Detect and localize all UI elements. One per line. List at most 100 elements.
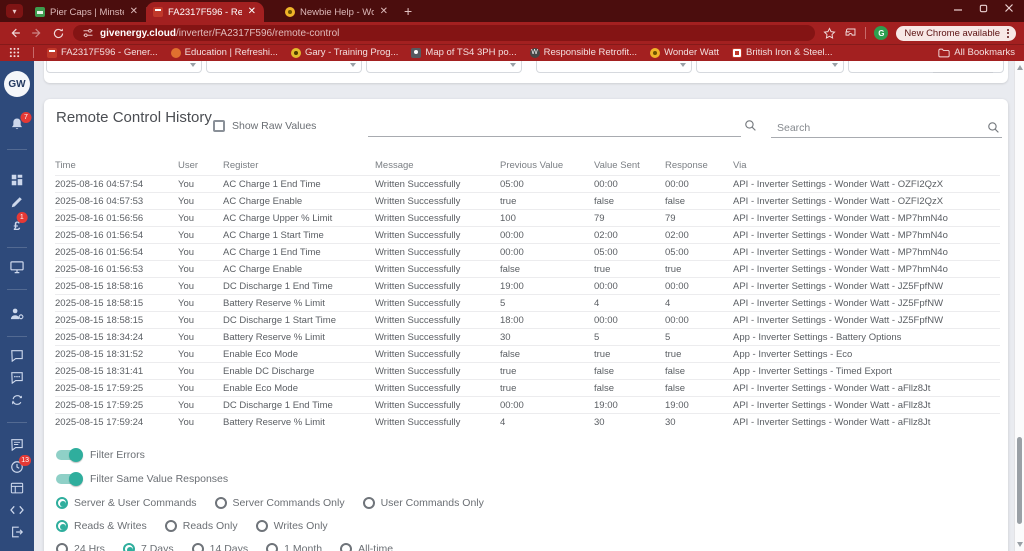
extensions-icon[interactable]: [844, 27, 857, 40]
show-raw-values-checkbox[interactable]: [213, 120, 225, 132]
radio-icon[interactable]: [56, 543, 68, 551]
radio-option[interactable]: User Commands Only: [363, 497, 484, 509]
table-row[interactable]: 2025-08-16 01:56:56YouAC Charge Upper % …: [55, 210, 1000, 227]
close-icon[interactable]: ✕: [247, 7, 257, 17]
radio-option[interactable]: 1 Month: [266, 543, 322, 551]
search-input[interactable]: Search: [771, 119, 1002, 138]
forward-icon[interactable]: [30, 26, 44, 40]
sidebar-item-sync[interactable]: [10, 393, 24, 407]
bookmark-star-icon[interactable]: [823, 27, 836, 40]
tab-remote-control[interactable]: FA2317F596 - Remote Control | ✕: [146, 2, 264, 22]
chrome-update-button[interactable]: New Chrome available: [896, 26, 1016, 41]
back-icon[interactable]: [8, 26, 22, 40]
radio-icon[interactable]: [192, 543, 204, 551]
bookmark-item[interactable]: Gary - Training Prog...: [291, 47, 398, 58]
sidebar-item-dashboard[interactable]: [10, 173, 24, 187]
filter-select[interactable]: [696, 61, 844, 73]
sidebar-item-devices[interactable]: [10, 260, 25, 274]
close-icon[interactable]: ✕: [379, 7, 389, 17]
table-row[interactable]: 2025-08-16 04:57:54YouAC Charge 1 End Ti…: [55, 176, 1000, 193]
menu-kebab-icon[interactable]: [1004, 28, 1012, 39]
close-icon[interactable]: ✕: [129, 7, 139, 17]
radio-option[interactable]: Writes Only: [256, 520, 328, 532]
bookmark-item[interactable]: Education | Refreshi...: [171, 47, 278, 58]
table-row[interactable]: 2025-08-16 01:56:54YouAC Charge 1 End Ti…: [55, 244, 1000, 261]
search-icon[interactable]: [987, 121, 1000, 134]
bookmark-item[interactable]: Map of TS4 3PH po...: [411, 47, 516, 58]
sidebar-item-chat[interactable]: [10, 349, 24, 362]
scroll-down-arrow-icon[interactable]: [1017, 542, 1023, 547]
radio-option[interactable]: Server & User Commands: [56, 497, 197, 509]
sidebar-item-notifications[interactable]: 7: [10, 117, 25, 132]
sidebar-item-feedback[interactable]: [10, 371, 24, 384]
sidebar-item-api[interactable]: [10, 504, 25, 516]
all-bookmarks-button[interactable]: All Bookmarks: [938, 47, 1015, 58]
sidebar-item-messages[interactable]: [10, 438, 24, 451]
radio-icon[interactable]: [56, 497, 68, 509]
url-bar[interactable]: givenergy.cloud/inverter/FA2317F596/remo…: [73, 25, 815, 41]
table-row[interactable]: 2025-08-15 18:58:16YouDC Discharge 1 End…: [55, 278, 1000, 295]
table-row[interactable]: 2025-08-16 01:56:53YouAC Charge EnableWr…: [55, 261, 1000, 278]
radio-option[interactable]: Reads Only: [165, 520, 238, 532]
filter-select[interactable]: [206, 61, 362, 73]
bookmark-item[interactable]: Wonder Watt: [650, 47, 719, 58]
table-row[interactable]: 2025-08-15 18:58:15YouDC Discharge 1 Sta…: [55, 312, 1000, 329]
bookmark-item[interactable]: FA2317F596 - Gener...: [47, 47, 158, 58]
filter-select[interactable]: [46, 61, 202, 73]
table-row[interactable]: 2025-08-15 18:34:24YouBattery Reserve % …: [55, 329, 1000, 346]
table-row[interactable]: 2025-08-15 18:31:52YouEnable Eco ModeWri…: [55, 346, 1000, 363]
table-row[interactable]: 2025-08-15 17:59:25YouEnable Eco ModeWri…: [55, 380, 1000, 397]
bookmark-item[interactable]: British Iron & Steel...: [732, 47, 833, 58]
profile-avatar[interactable]: G: [874, 26, 888, 40]
table-row[interactable]: 2025-08-15 17:59:25YouDC Discharge 1 End…: [55, 397, 1000, 414]
url-text[interactable]: givenergy.cloud/inverter/FA2317F596/remo…: [100, 28, 339, 39]
bookmark-item[interactable]: WResponsible Retrofit...: [530, 47, 637, 58]
table-row[interactable]: 2025-08-15 18:31:41YouEnable DC Discharg…: [55, 363, 1000, 380]
radio-option[interactable]: All-time: [340, 543, 393, 551]
radio-option[interactable]: Server Commands Only: [215, 497, 345, 509]
radio-option[interactable]: 24 Hrs: [56, 543, 105, 551]
sidebar-item-account-settings[interactable]: [10, 307, 25, 321]
table-row[interactable]: 2025-08-16 04:57:53YouAC Charge EnableWr…: [55, 193, 1000, 210]
filter-errors-toggle[interactable]: [56, 450, 82, 460]
radio-option[interactable]: 14 Days: [192, 543, 249, 551]
sidebar-item-edit[interactable]: [10, 195, 24, 209]
filter-select[interactable]: [536, 61, 692, 73]
sidebar-item-logout[interactable]: [10, 525, 24, 539]
radio-icon[interactable]: [56, 520, 68, 532]
page-scrollbar[interactable]: [1014, 61, 1024, 551]
radio-icon[interactable]: [363, 497, 375, 509]
scrollbar-thumb[interactable]: [1017, 437, 1022, 524]
site-settings-icon[interactable]: [82, 27, 94, 39]
radio-option[interactable]: 7 Days: [123, 543, 174, 551]
close-window-icon[interactable]: [1004, 3, 1014, 13]
radio-icon[interactable]: [266, 543, 278, 551]
tab-search-button[interactable]: ▾: [6, 4, 23, 18]
radio-option[interactable]: Reads & Writes: [56, 520, 147, 532]
table-row[interactable]: 2025-08-15 17:59:24YouBattery Reserve % …: [55, 414, 1000, 431]
filter-same-value-toggle[interactable]: [56, 474, 82, 484]
sidebar-item-registers[interactable]: [10, 482, 24, 495]
apps-grid-icon[interactable]: [9, 47, 20, 58]
table-row[interactable]: 2025-08-16 01:56:54YouAC Charge 1 Start …: [55, 227, 1000, 244]
minimize-icon[interactable]: [953, 3, 963, 13]
search-icon[interactable]: [744, 119, 757, 132]
scroll-up-arrow-icon[interactable]: [1017, 65, 1023, 70]
radio-icon[interactable]: [256, 520, 268, 532]
tab-pier-caps[interactable]: Pier Caps | Minster Paving | Wa ✕: [28, 2, 146, 22]
radio-icon[interactable]: [165, 520, 177, 532]
filter-select[interactable]: [848, 61, 1004, 73]
filter-select[interactable]: [366, 61, 522, 73]
radio-icon[interactable]: [215, 497, 227, 509]
gw-logo[interactable]: GW: [4, 71, 30, 97]
radio-icon[interactable]: [340, 543, 352, 551]
table-row[interactable]: 2025-08-15 18:58:15YouBattery Reserve % …: [55, 295, 1000, 312]
reload-icon[interactable]: [52, 27, 65, 40]
new-tab-button[interactable]: +: [404, 3, 412, 19]
maximize-icon[interactable]: [979, 4, 988, 13]
tab-newbie-help[interactable]: Newbie Help - Wonder Watt C ✕: [278, 2, 396, 22]
filter-input[interactable]: [368, 136, 741, 137]
radio-icon[interactable]: [123, 543, 135, 551]
sidebar-item-history[interactable]: 13: [10, 460, 24, 474]
sidebar-item-billing[interactable]: £ 1: [14, 217, 21, 235]
